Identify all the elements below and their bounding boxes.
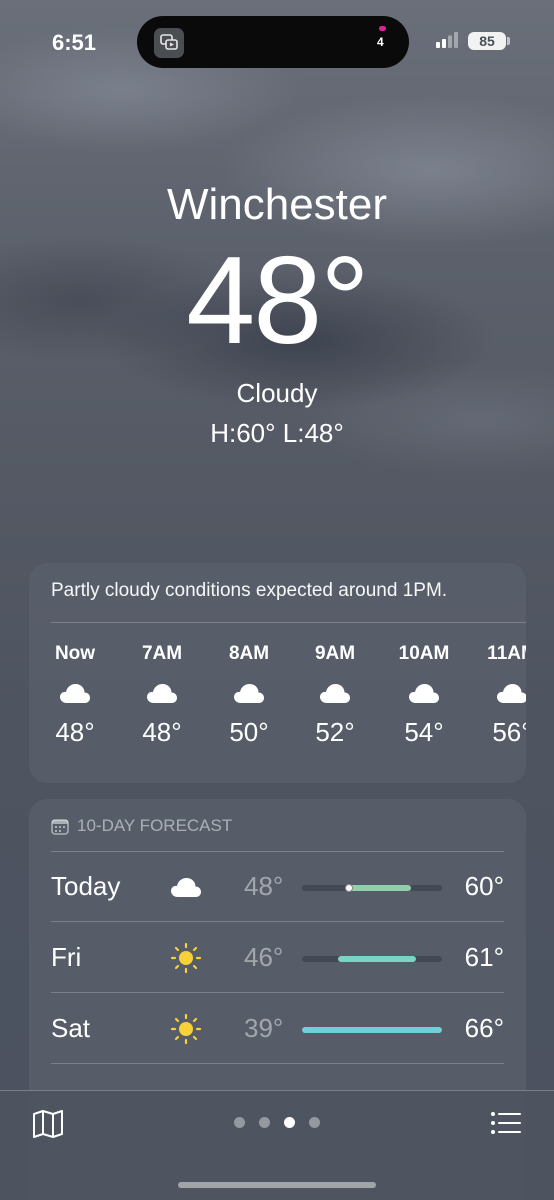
hour-item: 7AM 48°	[122, 641, 202, 748]
day-high-temperature: 60°	[464, 871, 504, 901]
hour-temperature: 56°	[492, 717, 526, 747]
dynamic-island[interactable]: 4	[137, 16, 409, 68]
temperature-range-bar	[348, 885, 411, 891]
hour-temperature: 48°	[55, 717, 95, 747]
day-name: Fri	[51, 942, 82, 972]
page-indicator[interactable]	[234, 1117, 320, 1128]
hourly-scroller[interactable]: Now 48° 7AM 48° 8AM 50° 9AM 52° 10AM 54°…	[29, 641, 526, 771]
ten-day-forecast-title: 10-DAY FORECAST	[77, 816, 233, 835]
day-row[interactable]: Today 48° 60°	[29, 851, 526, 922]
temperature-range-bar	[338, 956, 417, 962]
day-low-temperature: 39°	[244, 1013, 284, 1043]
hour-item: 10AM 54°	[384, 641, 464, 748]
day-high-temperature: 66°	[464, 1013, 504, 1043]
hour-label: 11AM	[487, 643, 526, 664]
cloud-icon	[234, 684, 264, 703]
status-time: 6:51	[52, 30, 97, 55]
cloud-icon	[497, 684, 526, 703]
hour-temperature: 52°	[315, 717, 355, 747]
home-indicator[interactable]	[178, 1182, 376, 1188]
cloud-icon	[147, 684, 177, 703]
page-dot-active[interactable]	[284, 1117, 295, 1128]
day-name: Today	[51, 871, 121, 901]
hour-label: Now	[54, 643, 96, 664]
high-low-temperature: H:60° L:48°	[210, 418, 344, 448]
hour-label: 10AM	[398, 643, 450, 664]
temperature-range-bar	[302, 1027, 442, 1033]
divider	[51, 622, 526, 623]
cellular-signal-icon	[436, 32, 458, 48]
hour-label: 8AM	[228, 643, 270, 664]
cloud-icon	[320, 684, 350, 703]
temperature-range-track	[302, 956, 442, 962]
page-dot[interactable]	[309, 1117, 320, 1128]
page-dot[interactable]	[234, 1117, 245, 1128]
current-temperature-dot	[344, 884, 353, 892]
hour-item: 11AM 56°	[472, 641, 526, 748]
calendar-icon	[51, 818, 69, 835]
sun-icon	[170, 1013, 202, 1045]
ten-day-forecast-header: 10-DAY FORECAST	[51, 816, 232, 836]
recording-dot-icon	[379, 26, 386, 31]
day-low-temperature: 46°	[244, 942, 284, 972]
map-icon[interactable]	[32, 1109, 64, 1139]
cloud-icon	[409, 684, 439, 703]
temperature-range-track	[302, 1027, 442, 1033]
cloud-icon	[171, 878, 201, 897]
activity-count: 4	[377, 35, 384, 49]
hour-label: 9AM	[314, 643, 356, 664]
city-name: Winchester	[166, 180, 388, 229]
hour-item: 8AM 50°	[209, 641, 289, 748]
hourly-summary: Partly cloudy conditions expected around…	[51, 580, 448, 601]
battery-tip	[507, 37, 510, 45]
day-high-temperature: 61°	[464, 942, 504, 972]
day-low-temperature: 48°	[244, 871, 284, 901]
day-name: Sat	[51, 1013, 91, 1043]
day-row[interactable]: Fri 46° 61°	[29, 922, 526, 993]
weather-condition: Cloudy	[236, 378, 318, 408]
temperature-range-track	[302, 884, 442, 892]
cloud-icon	[60, 684, 90, 703]
divider	[51, 1063, 504, 1064]
hour-item: 9AM 52°	[295, 641, 375, 748]
hour-temperature: 50°	[229, 717, 269, 747]
hour-label: 7AM	[141, 643, 183, 664]
bottom-toolbar	[0, 1090, 554, 1200]
hour-temperature: 54°	[404, 717, 444, 747]
list-icon[interactable]	[490, 1111, 522, 1135]
hourly-forecast-card[interactable]: Partly cloudy conditions expected around…	[29, 563, 526, 783]
day-row[interactable]: Sat 39° 66°	[29, 993, 526, 1064]
hour-temperature: 48°	[142, 717, 182, 747]
battery-indicator: 85	[468, 32, 506, 50]
sun-icon	[170, 942, 202, 974]
page-dot[interactable]	[259, 1117, 270, 1128]
hour-item: Now 48°	[35, 641, 115, 748]
screen-mirroring-icon[interactable]	[154, 28, 184, 58]
current-temperature: 48°	[186, 232, 370, 370]
